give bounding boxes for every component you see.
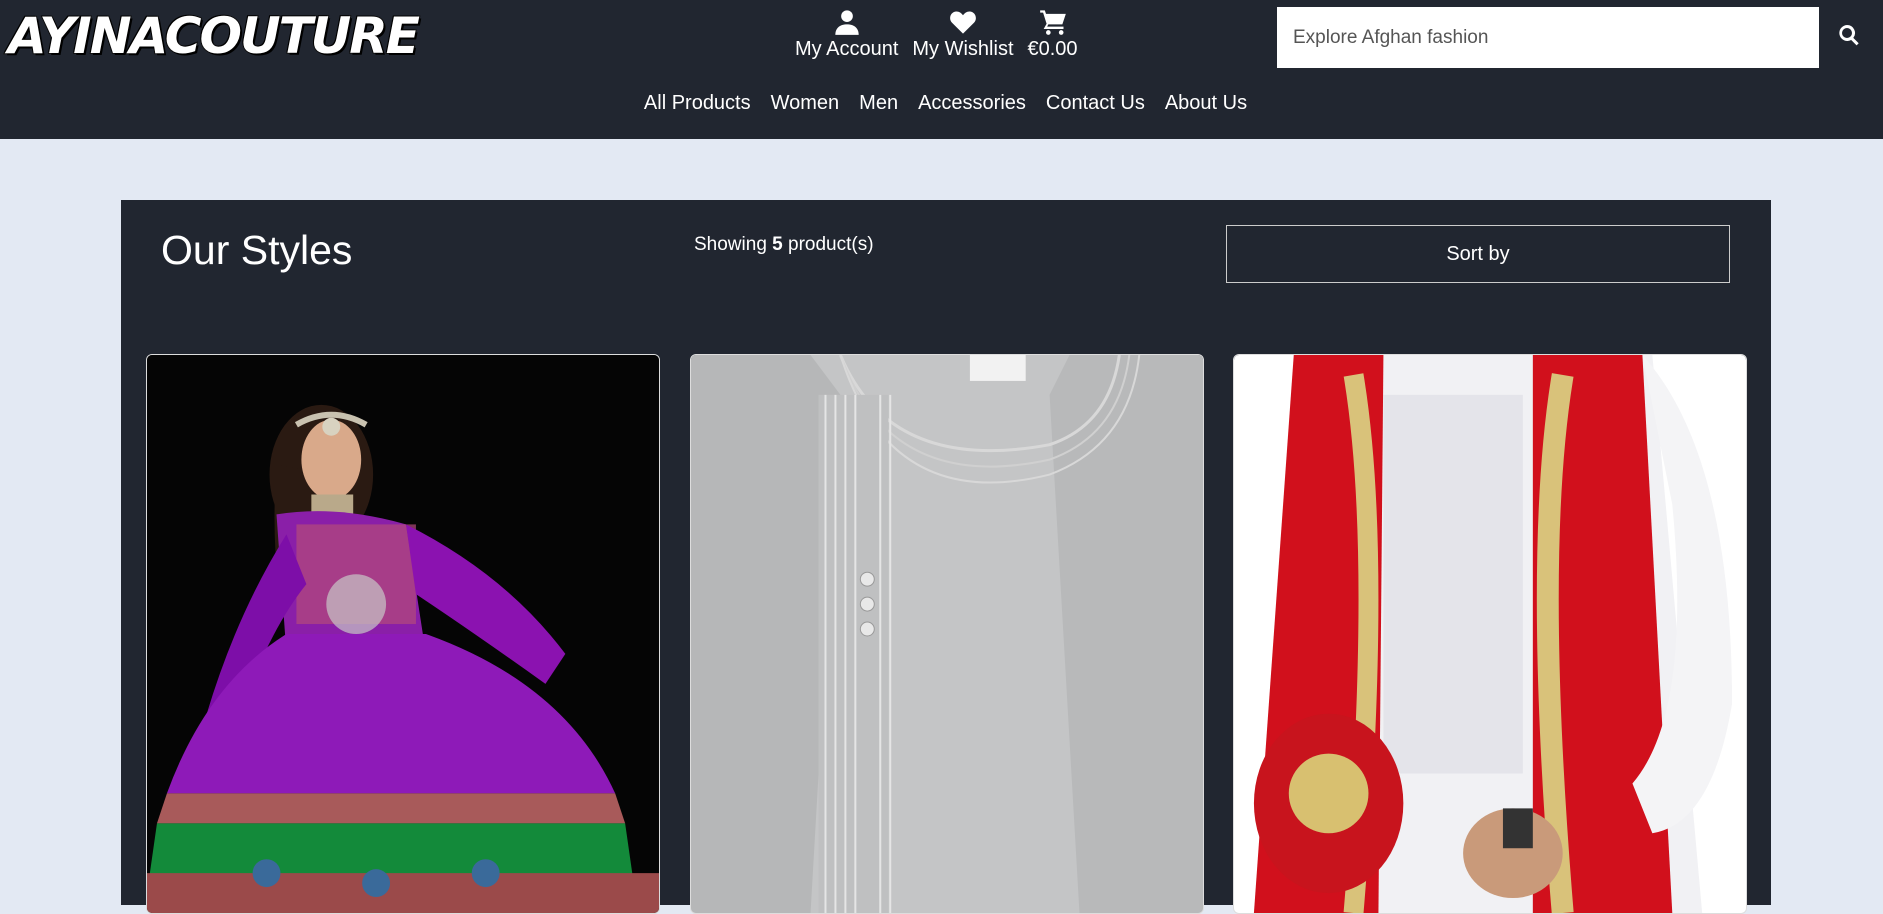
nav-women[interactable]: Women bbox=[771, 92, 840, 115]
product-image bbox=[147, 355, 659, 913]
my-wishlist-label: My Wishlist bbox=[912, 38, 1014, 60]
product-card[interactable] bbox=[690, 354, 1204, 914]
site-logo[interactable]: AYINACOUTURE bbox=[7, 6, 421, 66]
main-nav: All Products Women Men Accessories Conta… bbox=[0, 92, 1883, 115]
product-card[interactable] bbox=[1233, 354, 1747, 914]
header: AYINACOUTURE My Account My Wishlist €0.0… bbox=[0, 0, 1883, 139]
heart-icon bbox=[950, 11, 976, 34]
product-image bbox=[691, 355, 1203, 913]
nav-about-us[interactable]: About Us bbox=[1165, 92, 1247, 115]
my-wishlist-link[interactable]: My Wishlist bbox=[912, 8, 1014, 61]
nav-men[interactable]: Men bbox=[859, 92, 898, 115]
products-panel: Our Styles Showing 5 product(s) Sort by bbox=[121, 200, 1771, 914]
page-title: Our Styles bbox=[161, 227, 353, 273]
product-count: Showing 5 product(s) bbox=[694, 234, 874, 256]
nav-contact-us[interactable]: Contact Us bbox=[1046, 92, 1145, 115]
cart-total: €0.00 bbox=[1027, 38, 1078, 60]
product-count-prefix: Showing bbox=[694, 234, 773, 255]
cart-icon bbox=[1039, 10, 1066, 35]
nav-accessories[interactable]: Accessories bbox=[918, 92, 1026, 115]
product-image bbox=[1234, 355, 1746, 913]
my-account-link[interactable]: My Account bbox=[795, 8, 898, 61]
product-card[interactable] bbox=[146, 354, 660, 914]
cart-link[interactable]: €0.00 bbox=[1028, 8, 1078, 61]
search-button[interactable] bbox=[1832, 18, 1866, 52]
search-icon bbox=[1839, 25, 1859, 46]
sort-dropdown[interactable]: Sort by bbox=[1226, 225, 1730, 283]
product-count-value: 5 bbox=[772, 234, 783, 255]
user-icon bbox=[835, 10, 859, 35]
my-account-label: My Account bbox=[795, 38, 899, 60]
nav-all-products[interactable]: All Products bbox=[644, 92, 751, 115]
product-count-suffix: product(s) bbox=[782, 234, 874, 255]
search-input[interactable] bbox=[1277, 7, 1819, 68]
header-icon-links: My Account My Wishlist €0.00 bbox=[795, 8, 1092, 61]
